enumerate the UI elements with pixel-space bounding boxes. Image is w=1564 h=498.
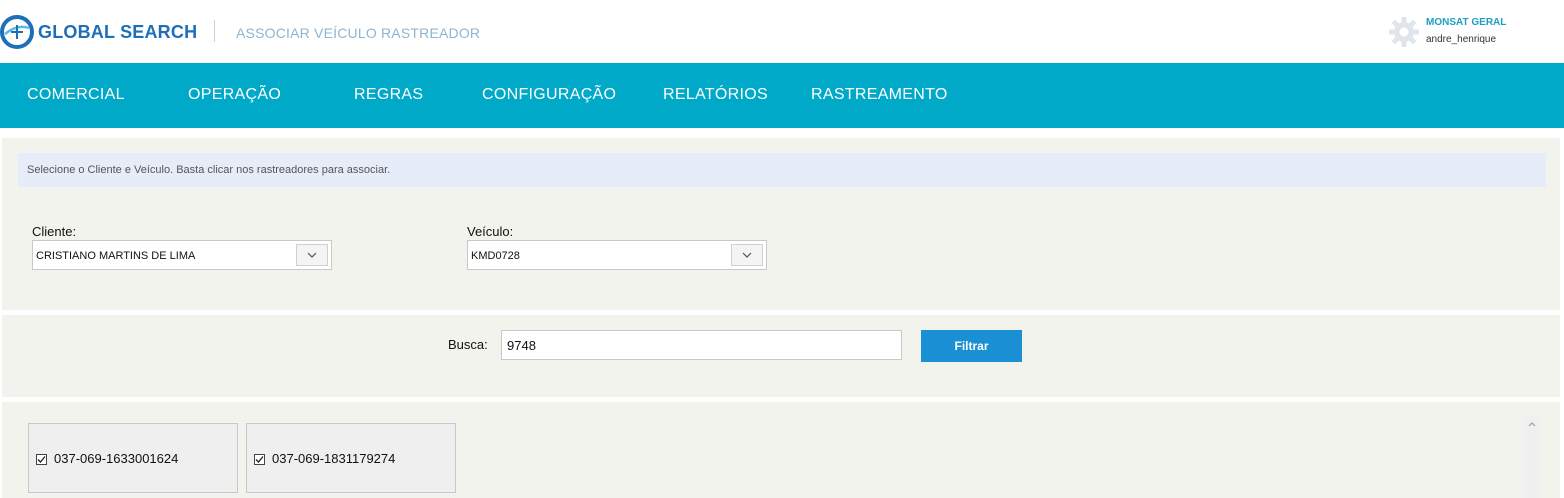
scroll-up-icon[interactable] xyxy=(1523,416,1540,433)
nav-item-configuracao[interactable]: CONFIGURAÇÃO xyxy=(482,86,616,104)
search-panel: Busca: Filtrar xyxy=(2,315,1560,397)
cliente-dropdown-button[interactable] xyxy=(296,244,328,266)
nav-item-operacao[interactable]: OPERAÇÃO xyxy=(188,86,281,104)
nav-item-relatorios[interactable]: RELATÓRIOS xyxy=(663,86,768,104)
search-label: Busca: xyxy=(448,337,488,352)
checkbox-checked-icon[interactable] xyxy=(254,454,265,465)
nav-item-rastreamento[interactable]: RASTREAMENTO xyxy=(811,86,948,104)
tracker-item[interactable]: 037-069-1831179274 xyxy=(246,423,456,493)
info-message: Selecione o Cliente e Veículo. Basta cli… xyxy=(18,153,1546,187)
selection-panel: Selecione o Cliente e Veículo. Basta cli… xyxy=(2,138,1560,310)
filter-button[interactable]: Filtrar xyxy=(921,330,1022,362)
nav-item-comercial[interactable]: COMERCIAL xyxy=(27,86,125,104)
main-navbar: COMERCIAL OPERAÇÃO REGRAS CONFIGURAÇÃO R… xyxy=(0,63,1564,128)
tracker-label: 037-069-1633001624 xyxy=(54,451,179,466)
tracker-item[interactable]: 037-069-1633001624 xyxy=(28,423,238,493)
cliente-value: CRISTIANO MARTINS DE LIMA xyxy=(36,250,196,262)
gear-icon[interactable] xyxy=(1388,16,1420,48)
tracker-label: 037-069-1831179274 xyxy=(272,451,396,466)
info-text: Selecione o Cliente e Veículo. Basta cli… xyxy=(27,164,391,176)
search-input[interactable] xyxy=(501,330,902,360)
chevron-down-icon xyxy=(742,252,752,258)
trackers-panel: 037-069-1633001624 037-069-1831179274 xyxy=(2,402,1560,498)
veiculo-value: KMD0728 xyxy=(471,250,520,262)
cliente-label: Cliente: xyxy=(32,224,77,239)
logo[interactable]: GLOBAL SEARCH xyxy=(0,14,197,50)
page-title: ASSOCIAR VEÍCULO RASTREADOR xyxy=(236,25,481,41)
logo-text: GLOBAL SEARCH xyxy=(38,21,198,42)
nav-item-regras[interactable]: REGRAS xyxy=(354,86,423,104)
veiculo-dropdown-button[interactable] xyxy=(731,244,763,266)
user-login: andre_henrique xyxy=(1426,34,1497,45)
header-divider xyxy=(214,20,215,42)
user-name: MONSAT GERAL xyxy=(1426,17,1507,28)
logo-icon xyxy=(0,15,34,49)
veiculo-label: Veículo: xyxy=(467,224,514,239)
app-header: GLOBAL SEARCH ASSOCIAR VEÍCULO RASTREADO… xyxy=(0,0,1564,63)
cliente-select[interactable]: CRISTIANO MARTINS DE LIMA xyxy=(32,240,332,270)
veiculo-select[interactable]: KMD0728 xyxy=(467,240,767,270)
chevron-down-icon xyxy=(307,252,317,258)
checkbox-checked-icon[interactable] xyxy=(36,454,47,465)
vertical-scrollbar[interactable] xyxy=(1523,416,1540,498)
